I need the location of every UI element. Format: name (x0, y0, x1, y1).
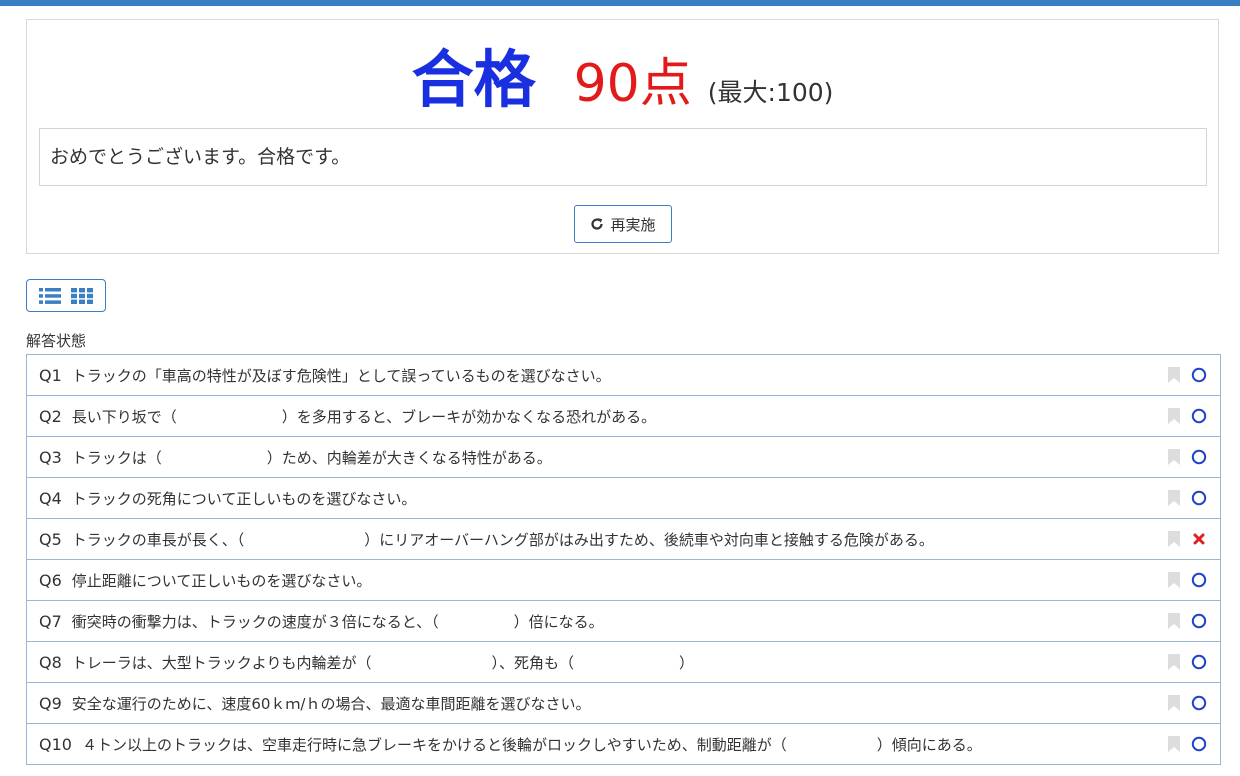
question-text: 安全な運行のために、速度60ｋｍ/ｈの場合、最適な車間距離を選びなさい。 (71, 694, 591, 713)
retry-button-label: 再実施 (610, 215, 656, 234)
question-text: トラックの「車高の特性が及ぼす危険性」として誤っているものを選びなさい。 (71, 366, 611, 385)
pass-status-label: 合格 (411, 43, 536, 116)
retry-button[interactable]: 再実施 (574, 205, 672, 243)
max-score-label: (最大:100) (707, 78, 834, 107)
question-row[interactable]: Q5 トラックの車長が長く、（ ）にリアオーバーハング部がはみ出すため、後続車や対… (27, 518, 1220, 559)
question-number: Q1 (39, 365, 62, 385)
question-text: 長い下り坂で（ ）を多用すると、ブレーキが効かなくなる恐れがある。 (71, 407, 657, 426)
question-number: Q8 (39, 652, 62, 672)
bookmark-icon[interactable] (1168, 736, 1180, 752)
question-text: トラックの車長が長く、（ ）にリアオーバーハング部がはみ出すため、後続車や対向車… (71, 530, 934, 549)
top-accent-bar (0, 0, 1240, 6)
question-number: Q4 (39, 488, 62, 508)
correct-circle-icon (1190, 653, 1208, 671)
question-text: トラックは（ ）ため、内輪差が大きくなる特性がある。 (71, 448, 552, 467)
bookmark-icon[interactable] (1168, 449, 1180, 465)
question-text: 衝突時の衝撃力は、トラックの速度が３倍になると、（ ）倍になる。 (71, 612, 604, 631)
question-number: Q10 (39, 734, 72, 754)
view-toggle (26, 279, 106, 312)
bookmark-icon[interactable] (1168, 654, 1180, 670)
question-row[interactable]: Q8 トレーラは、大型トラックよりも内輪差が（ ）、死角も（ ） (27, 641, 1220, 682)
incorrect-x-icon (1190, 530, 1208, 548)
score-line: 合格 90点 (最大:100) (27, 40, 1218, 120)
grid-view-button[interactable] (71, 287, 93, 304)
bookmark-icon[interactable] (1168, 695, 1180, 711)
result-panel: 合格 90点 (最大:100) おめでとうございます。合格です。 再実施 (26, 19, 1219, 254)
bookmark-icon[interactable] (1168, 490, 1180, 506)
bookmark-icon[interactable] (1168, 572, 1180, 588)
correct-circle-icon (1190, 448, 1208, 466)
question-row[interactable]: Q6 停止距離について正しいものを選びなさい。 (27, 559, 1220, 600)
question-row[interactable]: Q7 衝突時の衝撃力は、トラックの速度が３倍になると、（ ）倍になる。 (27, 600, 1220, 641)
bookmark-icon[interactable] (1168, 613, 1180, 629)
correct-circle-icon (1190, 407, 1208, 425)
correct-circle-icon (1190, 694, 1208, 712)
result-message: おめでとうございます。合格です。 (39, 128, 1207, 186)
question-row[interactable]: Q4 トラックの死角について正しいものを選びなさい。 (27, 477, 1220, 518)
question-text: トレーラは、大型トラックよりも内輪差が（ ）、死角も（ ） (71, 653, 694, 672)
correct-circle-icon (1190, 489, 1208, 507)
question-number: Q7 (39, 611, 62, 631)
question-number: Q9 (39, 693, 62, 713)
question-text: 停止距離について正しいものを選びなさい。 (71, 571, 372, 590)
question-row[interactable]: Q10 ４トン以上のトラックは、空車走行時に急ブレーキをかけると後輪がロックしやす… (27, 723, 1220, 764)
question-row[interactable]: Q2 長い下り坂で（ ）を多用すると、ブレーキが効かなくなる恐れがある。 (27, 395, 1220, 436)
question-text: ４トン以上のトラックは、空車走行時に急ブレーキをかけると後輪がロックしやすいため… (81, 735, 982, 754)
question-text: トラックの死角について正しいものを選びなさい。 (71, 489, 417, 508)
question-row[interactable]: Q9 安全な運行のために、速度60ｋｍ/ｈの場合、最適な車間距離を選びなさい。 (27, 682, 1220, 723)
bookmark-icon[interactable] (1168, 367, 1180, 383)
answer-status-heading: 解答状態 (26, 332, 87, 350)
question-row[interactable]: Q1 トラックの「車高の特性が及ぼす危険性」として誤っているものを選びなさい。 (27, 355, 1220, 395)
correct-circle-icon (1190, 571, 1208, 589)
correct-circle-icon (1190, 735, 1208, 753)
list-icon (39, 287, 61, 304)
bookmark-icon[interactable] (1168, 408, 1180, 424)
question-number: Q2 (39, 406, 62, 426)
bookmark-icon[interactable] (1168, 531, 1180, 547)
question-number: Q3 (39, 447, 62, 467)
list-view-button[interactable] (39, 287, 61, 304)
correct-circle-icon (1190, 366, 1208, 384)
refresh-icon (591, 218, 604, 230)
question-number: Q6 (39, 570, 62, 590)
question-list: Q1 トラックの「車高の特性が及ぼす危険性」として誤っているものを選びなさい。 Q2… (26, 354, 1221, 765)
score-value: 90点 (573, 54, 692, 114)
grid-icon (71, 287, 93, 304)
question-row[interactable]: Q3 トラックは（ ）ため、内輪差が大きくなる特性がある。 (27, 436, 1220, 477)
correct-circle-icon (1190, 612, 1208, 630)
question-number: Q5 (39, 529, 62, 549)
